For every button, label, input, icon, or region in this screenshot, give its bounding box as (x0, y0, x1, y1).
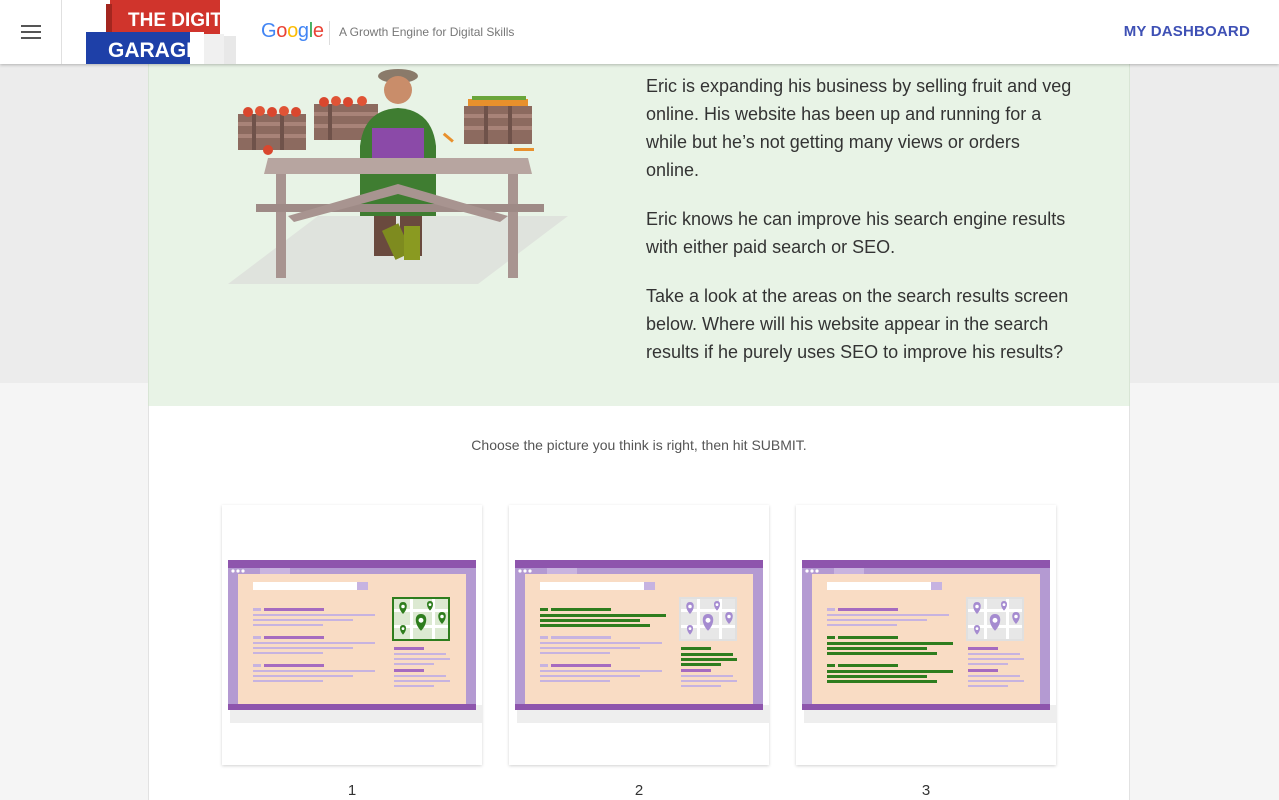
google-letter: G (261, 20, 277, 42)
my-dashboard-link[interactable]: MY DASHBOARD (1124, 23, 1250, 40)
option-label-2: 2 (634, 782, 644, 799)
google-letter: e (312, 20, 324, 42)
intro-text: Eric is expanding his business by sellin… (646, 72, 1076, 387)
search-results-illustration (802, 560, 1056, 723)
google-letter: o (276, 20, 288, 42)
search-results-illustration (515, 560, 769, 723)
header-divider (329, 21, 330, 45)
option-card-2[interactable] (509, 505, 769, 765)
logo-line1: THE DIGITAL (128, 10, 236, 31)
intro-paragraph: Take a look at the areas on the search r… (646, 286, 1069, 362)
digital-garage-logo[interactable]: THE DIGITAL GARAGE (86, 0, 246, 64)
tagline: A Growth Engine for Digital Skills (339, 25, 515, 39)
option-card-1[interactable] (222, 505, 482, 765)
question-instruction: Choose the picture you think is right, t… (471, 437, 807, 453)
intro-paragraph: Eric knows he can improve his search eng… (646, 209, 1066, 257)
google-logo: Google (261, 20, 324, 43)
hamburger-menu-icon (20, 25, 41, 39)
option-label-1: 1 (347, 782, 357, 799)
logo-line2: GARAGE (108, 39, 200, 62)
menu-button[interactable] (0, 0, 62, 64)
google-letter: g (297, 20, 309, 42)
top-header: THE DIGITAL GARAGE Google A Growth Engin… (0, 0, 1279, 64)
search-results-illustration (228, 560, 482, 723)
intro-paragraph: Eric is expanding his business by sellin… (646, 76, 1072, 180)
google-letter: o (287, 20, 298, 42)
option-label-3: 3 (921, 782, 931, 799)
market-stall-illustration (228, 69, 568, 284)
option-card-3[interactable] (796, 505, 1056, 765)
